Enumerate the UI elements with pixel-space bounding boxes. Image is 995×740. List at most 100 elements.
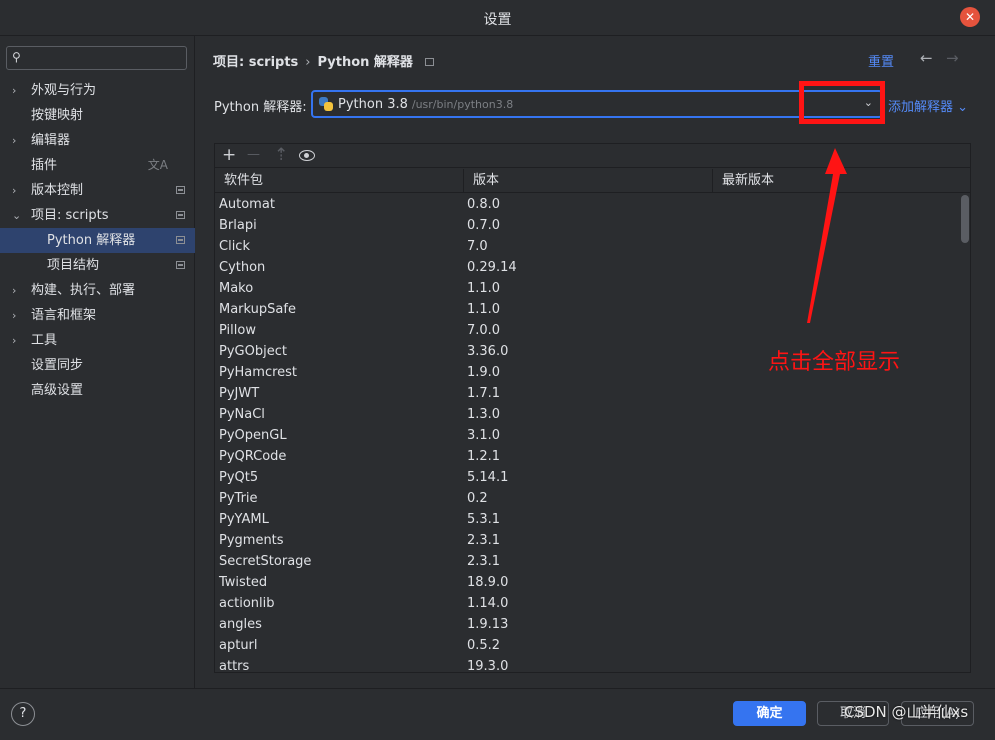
package-version: 1.2.1 [467, 449, 501, 464]
search-icon: ⚲ [12, 50, 21, 64]
chevron-right-icon[interactable]: › [12, 278, 16, 303]
sidebar-item[interactable]: ⌄ 项目: scripts [0, 203, 195, 228]
sidebar-item-label: 项目结构 [47, 258, 100, 273]
chevron-right-icon[interactable]: › [12, 303, 16, 328]
packages-panel: + — ⇡ 软件包 版本 最新版本 Automat 0.8.0 Brlapi 0.7.… [214, 143, 971, 673]
highlight-box [799, 81, 885, 124]
package-version: 1.3.0 [467, 407, 501, 422]
table-row[interactable]: PyJWT 1.7.1 [215, 383, 960, 404]
sidebar-item-label: Python 解释器 [47, 233, 136, 248]
table-row[interactable]: apturl 0.5.2 [215, 635, 960, 656]
table-scrollbar[interactable] [961, 195, 969, 243]
sidebar-item[interactable]: › 工具 [0, 328, 195, 353]
sidebar-item-label: 外观与行为 [31, 83, 97, 98]
interpreter-name: Python 3.8 [338, 97, 408, 112]
translate-icon: 文A [147, 158, 168, 172]
table-row[interactable]: attrs 19.3.0 [215, 656, 960, 672]
sidebar-item[interactable]: › 编辑器 [0, 128, 195, 153]
sidebar-item[interactable]: 按键映射 [0, 103, 195, 128]
package-version: 1.14.0 [467, 596, 509, 611]
title-bar: 设置 ✕ [0, 0, 995, 36]
package-version: 0.5.2 [467, 638, 501, 653]
upgrade-package-icon[interactable]: ⇡ [274, 145, 288, 165]
table-row[interactable]: angles 1.9.13 [215, 614, 960, 635]
table-row[interactable]: PyQRCode 1.2.1 [215, 446, 960, 467]
sidebar-item[interactable]: 设置同步 [0, 353, 195, 378]
package-name: PyTrie [219, 491, 258, 506]
chevron-right-icon[interactable]: › [12, 328, 16, 353]
package-version: 1.9.0 [467, 365, 501, 380]
table-row[interactable]: PyOpenGL 3.1.0 [215, 425, 960, 446]
table-row[interactable]: SecretStorage 2.3.1 [215, 551, 960, 572]
sidebar-item[interactable]: Python 解释器 [0, 228, 195, 253]
table-row[interactable]: Pygments 2.3.1 [215, 530, 960, 551]
interpreter-label: Python 解释器: [214, 100, 307, 115]
watermark: CSDN @山半仙xs [844, 703, 969, 721]
table-row[interactable]: PyYAML 5.3.1 [215, 509, 960, 530]
sidebar-item[interactable]: 项目结构 [0, 253, 195, 278]
project-level-icon [424, 58, 434, 66]
package-name: Automat [219, 197, 275, 212]
column-package[interactable]: 软件包 [215, 169, 464, 193]
reset-link[interactable]: 重置 [868, 51, 894, 70]
package-version: 1.9.13 [467, 617, 509, 632]
package-version: 7.0.0 [467, 323, 501, 338]
interpreter-dropdown[interactable]: Python 3.8/usr/bin/python3.8 ⌄ [311, 90, 883, 118]
table-row[interactable]: Twisted 18.9.0 [215, 572, 960, 593]
annotation-text: 点击全部显示 [768, 350, 901, 375]
package-version: 0.7.0 [467, 218, 501, 233]
sidebar-item-label: 工具 [31, 333, 58, 348]
add-package-icon[interactable]: + [222, 145, 236, 165]
package-version: 1.7.1 [467, 386, 501, 401]
sidebar-item[interactable]: › 版本控制 [0, 178, 195, 203]
package-name: PyQRCode [219, 449, 287, 464]
table-row[interactable]: actionlib 1.14.0 [215, 593, 960, 614]
package-name: PyJWT [219, 386, 260, 401]
close-button[interactable]: ✕ [960, 7, 980, 27]
chevron-right-icon[interactable]: › [12, 178, 16, 203]
sidebar-item-label: 设置同步 [31, 358, 84, 373]
help-button[interactable]: ? [11, 702, 35, 726]
settings-sidebar: ⚲ › 外观与行为 按键映射 › 编辑器 插件 文A › 版本控制 ⌄ 项目: scripts Pyt… [0, 36, 195, 688]
sidebar-item-label: 插件 [31, 158, 58, 173]
ok-button[interactable]: 确定 [733, 701, 806, 726]
chevron-right-icon[interactable]: › [12, 78, 16, 103]
package-version: 3.1.0 [467, 428, 501, 443]
package-version: 5.14.1 [467, 470, 509, 485]
sidebar-item[interactable]: › 构建、执行、部署 [0, 278, 195, 303]
sidebar-item[interactable]: › 外观与行为 [0, 78, 195, 103]
column-version[interactable]: 版本 [464, 169, 713, 193]
table-row[interactable]: PyNaCl 1.3.0 [215, 404, 960, 425]
sidebar-item[interactable]: › 语言和框架 [0, 303, 195, 328]
add-interpreter-link[interactable]: 添加解释器 ⌄ [888, 96, 968, 115]
package-version: 2.3.1 [467, 554, 501, 569]
package-name: PyHamcrest [219, 365, 298, 380]
chevron-right-icon[interactable]: › [12, 128, 16, 153]
package-name: PyGObject [219, 344, 287, 359]
sidebar-item-label: 编辑器 [31, 133, 71, 148]
table-row[interactable]: PyTrie 0.2 [215, 488, 960, 509]
package-name: PyYAML [219, 512, 269, 527]
table-row[interactable]: PyQt5 5.14.1 [215, 467, 960, 488]
package-name: actionlib [219, 596, 275, 611]
settings-search-input[interactable] [33, 49, 183, 67]
remove-package-icon[interactable]: — [247, 145, 260, 165]
project-level-icon [176, 261, 185, 269]
eye-icon[interactable] [299, 150, 315, 161]
project-level-icon [176, 236, 185, 244]
back-arrow-icon[interactable]: ← [920, 49, 933, 67]
sidebar-item[interactable]: 高级设置 [0, 378, 195, 403]
package-version: 0.2 [467, 491, 488, 506]
package-version: 18.9.0 [467, 575, 509, 590]
settings-search[interactable]: ⚲ [6, 46, 187, 70]
package-name: Mako [219, 281, 254, 296]
interpreter-selected: Python 3.8/usr/bin/python3.8 [338, 97, 513, 112]
interpreter-path: /usr/bin/python3.8 [411, 98, 514, 111]
breadcrumb: 项目: scripts › Python 解释器 [213, 51, 434, 70]
chevron-down-icon[interactable]: ⌄ [12, 203, 21, 228]
sidebar-item[interactable]: 插件 文A [0, 153, 195, 178]
close-icon: ✕ [964, 10, 976, 24]
package-name: Pillow [219, 323, 256, 338]
breadcrumb-parent[interactable]: 项目: scripts [213, 55, 298, 70]
forward-arrow-icon[interactable]: → [946, 49, 959, 67]
